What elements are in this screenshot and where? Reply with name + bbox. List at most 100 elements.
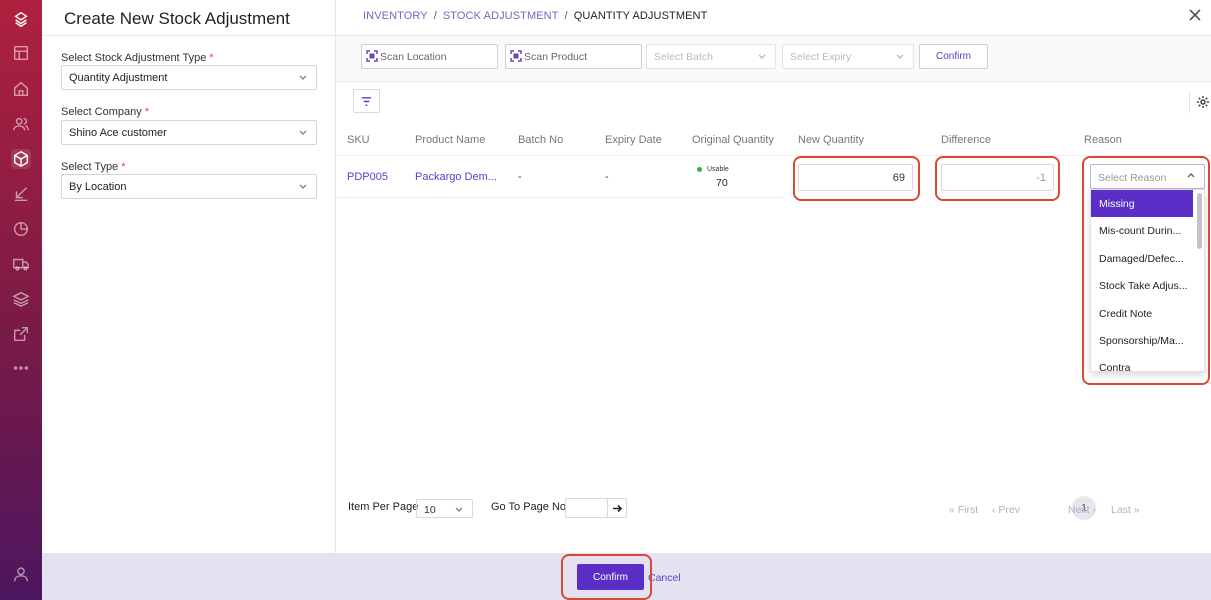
filter-icon [361, 96, 372, 106]
company-label-text: Select Company [61, 106, 142, 118]
divider [336, 155, 1211, 156]
highlight-new-quantity [793, 156, 920, 201]
more-icon[interactable] [11, 358, 31, 378]
profile-icon[interactable] [11, 564, 31, 584]
logo-icon[interactable] [11, 9, 31, 29]
truck-icon[interactable] [11, 254, 31, 274]
expiry-placeholder: Select Expiry [790, 51, 852, 63]
col-sku: SKU [347, 134, 370, 146]
inbound-icon[interactable] [11, 184, 31, 204]
breadcrumb: INVENTORY / STOCK ADJUSTMENT / QUANTITY ADJU… [363, 10, 707, 22]
adjustment-type-value: Quantity Adjustment [69, 72, 168, 84]
pager-last-label: Last [1111, 504, 1131, 516]
status-dot-icon [697, 166, 702, 172]
expiry-select[interactable]: Select Expiry [782, 44, 914, 69]
breadcrumb-stock-adjustment[interactable]: STOCK ADJUSTMENT [443, 10, 559, 22]
filter-button[interactable] [353, 89, 380, 113]
adjustment-form-panel: Create New Stock Adjustment Select Stock… [42, 0, 336, 553]
required-mark: * [121, 161, 126, 173]
scan-product-placeholder: Scan Product [524, 51, 588, 63]
usable-label: Usable [707, 166, 729, 173]
breadcrumb-separator: / [564, 10, 568, 22]
breadcrumb-inventory[interactable]: INVENTORY [363, 10, 428, 22]
chevron-down-icon [298, 181, 308, 191]
arrow-right-icon[interactable] [607, 499, 626, 517]
highlight-difference [935, 156, 1060, 201]
required-mark: * [209, 52, 214, 64]
per-page-select[interactable]: 10 [416, 499, 473, 518]
highlight-confirm [561, 554, 652, 600]
toolbar-confirm-button[interactable]: Confirm [919, 44, 988, 69]
required-mark: * [144, 106, 149, 118]
original-quantity-value: 70 [716, 177, 728, 189]
goto-page-input[interactable] [565, 498, 627, 518]
divider [42, 35, 336, 36]
highlight-reason [1082, 156, 1210, 385]
scan-location-input[interactable]: Scan Location [361, 44, 498, 69]
breadcrumb-separator: / [433, 10, 437, 22]
chart-icon[interactable] [11, 219, 31, 239]
select-type-label: Select Type * [61, 161, 126, 173]
sku-link[interactable]: PDP005 [347, 171, 388, 183]
per-page-value: 10 [424, 504, 436, 516]
company-select[interactable]: Shino Ace customer [61, 120, 317, 145]
scan-location-placeholder: Scan Location [380, 51, 447, 63]
close-icon[interactable] [1187, 7, 1203, 23]
select-type-value: By Location [69, 181, 127, 193]
cube-icon[interactable] [11, 149, 31, 169]
col-new-quantity: New Quantity [798, 134, 865, 146]
col-batch-no: Batch No [518, 134, 564, 146]
divider [336, 197, 785, 198]
chevron-down-icon [298, 72, 308, 82]
chevron-down-icon [895, 51, 905, 61]
product-name-link[interactable]: Packargo Dem... [415, 171, 497, 183]
type-label-text: Select Stock Adjustment Type [61, 52, 207, 64]
pager-next-label: Next [1068, 504, 1090, 516]
col-difference: Difference [941, 134, 991, 146]
warehouse-icon[interactable] [11, 79, 31, 99]
batch-value: - [518, 171, 522, 183]
pager-first[interactable]: « First [949, 504, 978, 516]
dashboard-icon[interactable] [11, 43, 31, 63]
adjustment-type-select[interactable]: Quantity Adjustment [61, 65, 317, 90]
col-original-quantity: Original Quantity [692, 134, 774, 146]
users-icon[interactable] [11, 114, 31, 134]
batch-placeholder: Select Batch [654, 51, 713, 63]
pager-prev-label: Prev [998, 504, 1021, 516]
per-page-label: Item Per Page [348, 501, 419, 513]
modal-footer: Confirm Cancel [42, 553, 1211, 600]
select-type-select[interactable]: By Location [61, 174, 317, 199]
company-label: Select Company * [61, 106, 149, 118]
pager-prev[interactable]: ‹ Prev [992, 504, 1020, 516]
col-expiry-date: Expiry Date [605, 134, 662, 146]
settings-gear-icon[interactable] [1196, 95, 1210, 109]
scan-icon [510, 50, 522, 62]
divider [1189, 91, 1190, 113]
pager-last[interactable]: Last » [1111, 504, 1140, 516]
external-icon[interactable] [11, 324, 31, 344]
layers-icon[interactable] [11, 289, 31, 309]
app-sidebar [0, 0, 42, 600]
pager-next[interactable]: Next › [1068, 504, 1096, 516]
pager-first-label: First [957, 504, 979, 516]
select-type-label-text: Select Type [61, 161, 119, 173]
scan-toolbar: Scan Location Scan Product Select Batch … [336, 35, 1211, 82]
expiry-value: - [605, 171, 609, 183]
chevron-down-icon [454, 504, 464, 514]
chevron-down-icon [757, 51, 767, 61]
col-product-name: Product Name [415, 134, 486, 146]
company-value: Shino Ace customer [69, 127, 167, 139]
goto-label: Go To Page No. [491, 501, 570, 513]
breadcrumb-current: QUANTITY ADJUSTMENT [573, 10, 708, 22]
type-label: Select Stock Adjustment Type * [61, 52, 214, 64]
adjustment-main-panel: INVENTORY / STOCK ADJUSTMENT / QUANTITY ADJU… [336, 0, 1211, 553]
scan-icon [366, 50, 378, 62]
stock-adjustment-modal: Create New Stock Adjustment Select Stock… [42, 0, 1211, 553]
usable-status: Usable [697, 166, 729, 173]
cancel-button[interactable]: Cancel [648, 572, 681, 584]
page-title: Create New Stock Adjustment [64, 9, 290, 28]
scan-product-input[interactable]: Scan Product [505, 44, 642, 69]
col-reason: Reason [1084, 134, 1122, 146]
batch-select[interactable]: Select Batch [646, 44, 776, 69]
chevron-down-icon [298, 127, 308, 137]
